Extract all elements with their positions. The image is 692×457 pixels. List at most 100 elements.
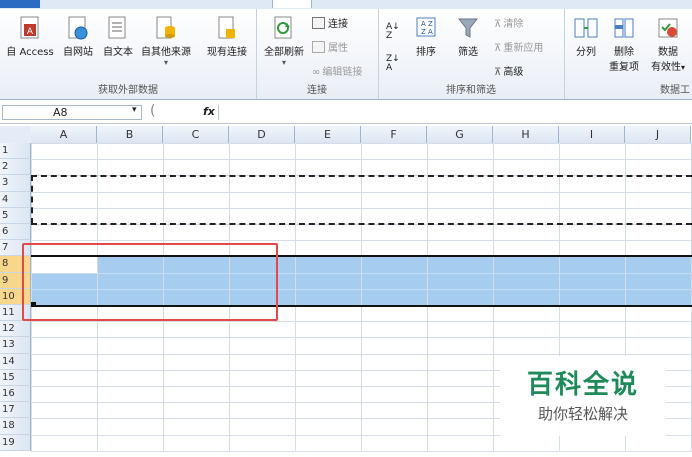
sort-ascending-button[interactable]: A↓ Z bbox=[386, 23, 400, 41]
edit-links-label: 编辑链接 bbox=[322, 67, 363, 78]
filter-label: 筛选 bbox=[458, 47, 478, 58]
row-header-3[interactable]: 3 bbox=[0, 175, 31, 192]
data-validation-label-1: 数据 bbox=[658, 47, 678, 58]
row-header-12[interactable]: 12 bbox=[0, 321, 31, 338]
advanced-filter-button[interactable]: ⊼ 高级 bbox=[494, 63, 523, 78]
from-text-label: 自文本 bbox=[103, 47, 133, 58]
column-header-e[interactable]: E bbox=[295, 126, 361, 144]
refresh-all-label: 全部刷新 bbox=[264, 47, 304, 58]
text-file-icon bbox=[108, 16, 126, 39]
group-label-data-tools: 数据工 bbox=[660, 85, 690, 96]
from-other-sources-button[interactable]: 自其他来源 ▾ bbox=[138, 15, 194, 67]
sort-az-icon: A↓ Z bbox=[386, 22, 400, 41]
access-icon: A bbox=[20, 16, 39, 39]
connections-icon bbox=[312, 17, 325, 29]
refresh-icon bbox=[274, 16, 292, 39]
clear-filter-label: 清除 bbox=[503, 19, 524, 30]
row-header-14[interactable]: 14 bbox=[0, 353, 31, 370]
sort-za-icon: Z↓ A bbox=[386, 54, 400, 73]
reapply-button[interactable]: ⊼ 重新应用 bbox=[494, 39, 543, 54]
text-to-columns-button[interactable]: 分列 bbox=[570, 15, 602, 58]
tab-file[interactable] bbox=[0, 0, 40, 8]
column-header-f[interactable]: F bbox=[361, 126, 427, 144]
connections-label: 连接 bbox=[328, 19, 348, 30]
chevron-down-icon: ▾ bbox=[163, 58, 168, 67]
properties-button[interactable]: 属性 bbox=[312, 39, 348, 54]
sort-button[interactable]: A ZZ A 排序 bbox=[408, 15, 444, 58]
database-icon bbox=[156, 16, 175, 39]
remove-duplicates-button[interactable]: 删除 重复项 bbox=[604, 15, 644, 73]
split-columns-icon bbox=[574, 18, 598, 38]
copy-marquee-top bbox=[31, 175, 692, 178]
advanced-filter-label: 高级 bbox=[503, 67, 524, 78]
svg-text:A Z: A Z bbox=[421, 20, 433, 28]
gridline bbox=[31, 450, 692, 452]
column-header-g[interactable]: G bbox=[427, 126, 493, 144]
edit-links-button[interactable]: ∞ 编辑链接 bbox=[312, 63, 362, 78]
column-header-c[interactable]: C bbox=[163, 126, 229, 144]
name-box-dropdown-icon[interactable]: ▾ bbox=[132, 105, 137, 115]
insert-function-button[interactable]: fx bbox=[203, 105, 215, 118]
remove-duplicates-label-2: 重复项 bbox=[609, 62, 639, 73]
from-access-button[interactable]: A 自 Access bbox=[4, 15, 56, 58]
row-header-6[interactable]: 6 bbox=[0, 224, 31, 241]
column-header-i[interactable]: I bbox=[559, 126, 625, 144]
highlight-box bbox=[22, 243, 278, 321]
advanced-filter-icon: ⊼ bbox=[494, 67, 502, 78]
refresh-all-button[interactable]: 全部刷新 ▾ bbox=[260, 15, 308, 67]
ribbon: A 自 Access 自网站 自文本 自其他来源 ▾ 现有连接 获取外部数据 全… bbox=[0, 9, 692, 100]
row-header-2[interactable]: 2 bbox=[0, 159, 31, 176]
properties-label: 属性 bbox=[328, 43, 348, 54]
funnel-icon bbox=[457, 18, 479, 38]
filter-button[interactable]: 筛选 bbox=[450, 15, 486, 58]
row-header-18[interactable]: 18 bbox=[0, 418, 31, 435]
copy-marquee-bottom bbox=[31, 223, 692, 225]
watermark-title: 百科全说 bbox=[526, 370, 639, 400]
row-header-17[interactable]: 17 bbox=[0, 402, 31, 419]
group-get-external-data: A 自 Access 自网站 自文本 自其他来源 ▾ 现有连接 获取外部数据 bbox=[0, 9, 257, 99]
row-header-1[interactable]: 1 bbox=[0, 143, 31, 160]
row-header-13[interactable]: 13 bbox=[0, 337, 31, 354]
connections-button[interactable]: 连接 bbox=[312, 15, 348, 30]
group-label-connections: 连接 bbox=[307, 85, 327, 96]
tab-data[interactable] bbox=[272, 0, 312, 8]
group-connections: 全部刷新 ▾ 连接 属性 ∞ 编辑链接 连接 bbox=[256, 9, 379, 99]
name-box[interactable]: A8 bbox=[2, 105, 142, 120]
link-icon: ∞ bbox=[312, 67, 321, 78]
existing-connection-icon bbox=[218, 16, 235, 39]
row-header-5[interactable]: 5 bbox=[0, 207, 31, 224]
watermark-subtitle: 助你轻松解决 bbox=[537, 405, 628, 423]
existing-connections-button[interactable]: 现有连接 bbox=[202, 15, 252, 58]
watermark: 百科全说 助你轻松解决 bbox=[500, 356, 666, 436]
sort-icon: A ZZ A bbox=[416, 17, 436, 37]
row-header-19[interactable]: 19 bbox=[0, 434, 31, 451]
clear-filter-button[interactable]: ⊼ 清除 bbox=[494, 15, 523, 30]
column-header-b[interactable]: B bbox=[97, 126, 163, 144]
row-header-15[interactable]: 15 bbox=[0, 369, 31, 386]
sort-descending-button[interactable]: Z↓ A bbox=[386, 55, 400, 73]
column-header-d[interactable]: D bbox=[229, 126, 295, 144]
select-all-corner[interactable] bbox=[0, 126, 32, 144]
web-icon bbox=[68, 16, 88, 40]
row-header-16[interactable]: 16 bbox=[0, 386, 31, 403]
row-header-4[interactable]: 4 bbox=[0, 191, 31, 208]
group-label-sort-filter: 排序和筛选 bbox=[446, 85, 496, 96]
validation-icon bbox=[658, 18, 678, 38]
from-other-sources-label: 自其他来源 bbox=[141, 47, 191, 58]
data-validation-button[interactable]: 数据 有效性▾ bbox=[646, 15, 690, 73]
svg-text:Z A: Z A bbox=[421, 28, 433, 36]
from-access-label: 自 Access bbox=[6, 47, 54, 58]
cancel-icon: ( bbox=[150, 103, 156, 119]
text-to-columns-label: 分列 bbox=[576, 47, 596, 58]
properties-icon bbox=[312, 41, 325, 53]
svg-text:A: A bbox=[27, 27, 34, 37]
from-text-button[interactable]: 自文本 bbox=[98, 15, 138, 58]
chevron-down-icon: ▾ bbox=[281, 58, 286, 67]
column-header-j[interactable]: J bbox=[625, 126, 691, 144]
column-header-h[interactable]: H bbox=[493, 126, 559, 144]
from-web-button[interactable]: 自网站 bbox=[58, 15, 98, 58]
reapply-label: 重新应用 bbox=[503, 43, 544, 54]
column-header-a[interactable]: A bbox=[31, 126, 97, 144]
formula-input[interactable] bbox=[218, 105, 691, 120]
group-data-tools: 分列 删除 重复项 数据 有效性▾ 数据工 bbox=[564, 9, 692, 99]
